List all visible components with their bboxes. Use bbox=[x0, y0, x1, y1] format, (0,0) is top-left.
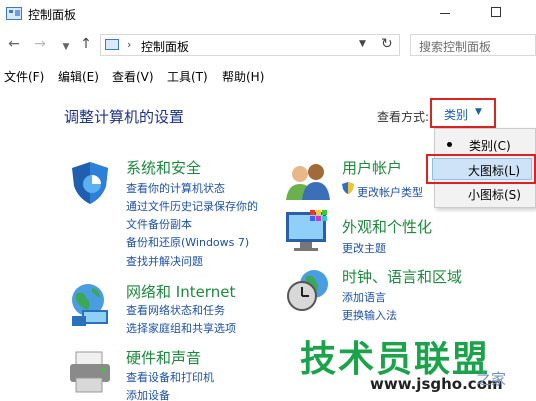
category-network-internet[interactable]: 网络和 Internet bbox=[126, 281, 235, 302]
menu-item-large-icons[interactable]: 大图标(L) bbox=[434, 158, 534, 180]
menu-edit[interactable]: 编辑(E) bbox=[58, 68, 99, 85]
view-by-value: 类别 bbox=[444, 108, 469, 122]
link-add-language[interactable]: 添加语言 bbox=[342, 289, 386, 305]
link-change-account-type[interactable]: 更改帐户类型 bbox=[357, 184, 423, 200]
title-bar: 控制面板 bbox=[0, 0, 536, 28]
caret-down-icon: ▼ bbox=[475, 107, 482, 117]
view-by-dropdown[interactable]: 类别 ▼ bbox=[430, 98, 496, 128]
address-text: 控制面板 bbox=[141, 40, 190, 54]
search-input[interactable]: 搜索控制面板 bbox=[410, 34, 536, 56]
navigation-bar: ← → ▼ ↑ › 控制面板 ▼ ↻ 搜索控制面板 bbox=[0, 30, 536, 60]
category-appearance-personalization[interactable]: 外观和个性化 bbox=[342, 216, 432, 237]
up-arrow-icon[interactable]: ↑ bbox=[78, 36, 94, 52]
menu-item-category[interactable]: 类别(C) bbox=[435, 133, 535, 155]
menu-help[interactable]: 帮助(H) bbox=[222, 68, 264, 85]
menu-tools[interactable]: 工具(T) bbox=[167, 68, 208, 85]
selected-bullet-icon bbox=[447, 142, 452, 147]
menu-item-small-icons[interactable]: 小图标(S) bbox=[434, 182, 534, 204]
watermark-url-suffix: 之家 bbox=[476, 370, 507, 388]
control-panel-icon bbox=[6, 7, 22, 20]
chevron-down-icon[interactable]: ▼ bbox=[359, 39, 366, 49]
link-network-status[interactable]: 查看网络状态和任务 bbox=[126, 302, 225, 318]
forward-arrow-icon[interactable]: → bbox=[32, 36, 48, 52]
window-title: 控制面板 bbox=[28, 8, 77, 22]
users-icon[interactable] bbox=[284, 158, 332, 206]
network-globe-icon[interactable] bbox=[66, 280, 114, 328]
admin-shield-icon bbox=[342, 182, 354, 194]
view-by-label: 查看方式: bbox=[377, 110, 430, 124]
link-change-input-method[interactable]: 更换输入法 bbox=[342, 307, 397, 323]
category-system-security[interactable]: 系统和安全 bbox=[126, 157, 201, 178]
link-devices-printers[interactable]: 查看设备和打印机 bbox=[126, 369, 214, 385]
link-view-computer-status[interactable]: 查看你的计算机状态 bbox=[126, 180, 225, 196]
page-title: 调整计算机的设置 bbox=[64, 108, 185, 126]
control-panel-icon bbox=[105, 39, 119, 50]
category-user-accounts[interactable]: 用户帐户 bbox=[342, 157, 402, 178]
maximize-icon[interactable] bbox=[491, 7, 501, 17]
menu-bar: 文件(F) 编辑(E) 查看(V) 工具(T) 帮助(H) bbox=[0, 64, 536, 86]
category-clock-language-region[interactable]: 时钟、语言和区域 bbox=[342, 266, 462, 287]
link-file-backup[interactable]: 文件备份副本 bbox=[126, 216, 192, 232]
category-hardware-sound[interactable]: 硬件和声音 bbox=[126, 347, 201, 368]
link-change-theme[interactable]: 更改主题 bbox=[342, 240, 386, 256]
menu-view[interactable]: 查看(V) bbox=[112, 68, 154, 85]
monitor-palette-icon[interactable] bbox=[284, 208, 332, 256]
shield-icon[interactable] bbox=[66, 158, 114, 206]
search-placeholder: 搜索控制面板 bbox=[419, 40, 492, 54]
recent-locations-chevron-icon[interactable]: ▼ bbox=[58, 39, 74, 55]
link-homegroup[interactable]: 选择家庭组和共享选项 bbox=[126, 320, 236, 336]
address-bar[interactable]: › 控制面板 ▼ ↻ bbox=[100, 34, 400, 56]
clock-globe-icon[interactable] bbox=[284, 266, 332, 314]
minimize-icon[interactable] bbox=[440, 13, 450, 14]
refresh-icon[interactable]: ↻ bbox=[381, 36, 393, 52]
link-add-device[interactable]: 添加设备 bbox=[126, 387, 170, 401]
link-file-history[interactable]: 通过文件历史记录保存你的 bbox=[126, 198, 258, 214]
back-arrow-icon[interactable]: ← bbox=[6, 36, 22, 52]
link-troubleshoot[interactable]: 查找并解决问题 bbox=[126, 253, 203, 269]
printer-icon[interactable] bbox=[66, 348, 114, 396]
link-backup-restore[interactable]: 备份和还原(Windows 7) bbox=[126, 234, 249, 250]
menu-file[interactable]: 文件(F) bbox=[4, 68, 44, 85]
chevron-right-icon[interactable]: › bbox=[127, 38, 131, 51]
